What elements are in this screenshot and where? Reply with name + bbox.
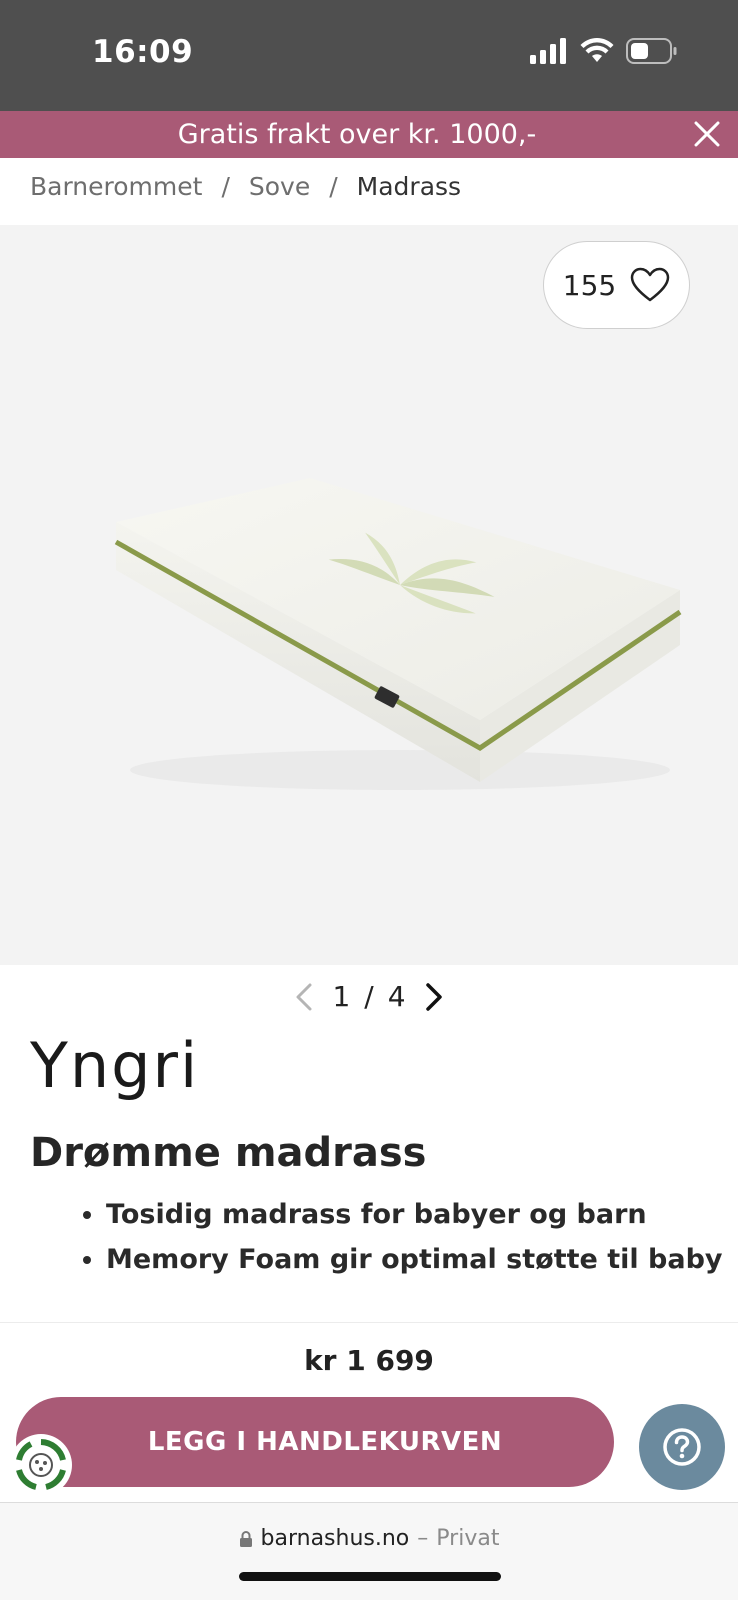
product-image: [114, 478, 682, 790]
pager-current: 1: [332, 980, 351, 1013]
breadcrumb-item-sove[interactable]: Sove: [249, 172, 310, 201]
next-image-button[interactable]: [420, 981, 448, 1013]
breadcrumb-separator: /: [329, 172, 338, 201]
previous-image-button[interactable]: [290, 981, 318, 1013]
help-icon: [663, 1428, 701, 1466]
product-title: Drømme madrass: [30, 1130, 427, 1176]
breadcrumb-item-barnerommet[interactable]: Barnerommet: [30, 172, 202, 201]
home-indicator[interactable]: [239, 1572, 501, 1581]
address-bar[interactable]: barnashus.no – Privat: [0, 1526, 738, 1551]
status-bar: 16:09: [0, 0, 738, 111]
signal-icon: [530, 38, 566, 64]
status-icons: [530, 38, 678, 64]
url-domain: barnashus.no: [260, 1526, 410, 1551]
product-price: kr 1 699: [304, 1344, 434, 1377]
url-dash: –: [417, 1526, 429, 1551]
recycle-icon[interactable]: [10, 1434, 72, 1496]
favorite-count: 155: [562, 268, 617, 302]
lock-icon: [239, 1530, 252, 1547]
promo-banner: Gratis frakt over kr. 1000,-: [0, 111, 738, 158]
battery-icon: [626, 38, 677, 64]
heart-icon: [630, 267, 670, 302]
breadcrumb-separator: /: [221, 172, 230, 201]
favorite-button[interactable]: 155: [543, 241, 690, 329]
browsing-mode: Privat: [436, 1526, 500, 1551]
feature-item: Tosidig madrass for babyer og barn: [106, 1192, 726, 1237]
status-time: 16:09: [92, 34, 194, 70]
pager-separator: /: [364, 980, 374, 1013]
browser-bar: [0, 1502, 738, 1600]
feature-item: Memory Foam gir optimal støtte til baby: [106, 1237, 726, 1282]
chevron-right-icon: [425, 982, 442, 1011]
help-button[interactable]: [639, 1404, 725, 1490]
brand-logo[interactable]: Yngri: [30, 1035, 199, 1097]
promo-text: Gratis frakt over kr. 1000,-: [177, 119, 537, 150]
breadcrumb-item-madrass: Madrass: [356, 172, 462, 201]
add-to-cart-label: LEGG I HANDLEKURVEN: [147, 1427, 503, 1457]
breadcrumb: Barnerommet / Sove / Madrass: [30, 172, 461, 201]
pager-total: 4: [387, 980, 406, 1013]
wifi-icon: [580, 38, 614, 62]
image-pager: 1 / 4: [0, 980, 738, 1013]
add-to-cart-button[interactable]: LEGG I HANDLEKURVEN: [16, 1397, 614, 1487]
close-icon[interactable]: [692, 119, 722, 149]
chevron-left-icon: [296, 983, 312, 1010]
feature-list: Tosidig madrass for babyer og barn Memor…: [68, 1192, 726, 1282]
product-page: 16:09 Gratis frakt over kr. 1000,- Barne…: [0, 0, 738, 1600]
